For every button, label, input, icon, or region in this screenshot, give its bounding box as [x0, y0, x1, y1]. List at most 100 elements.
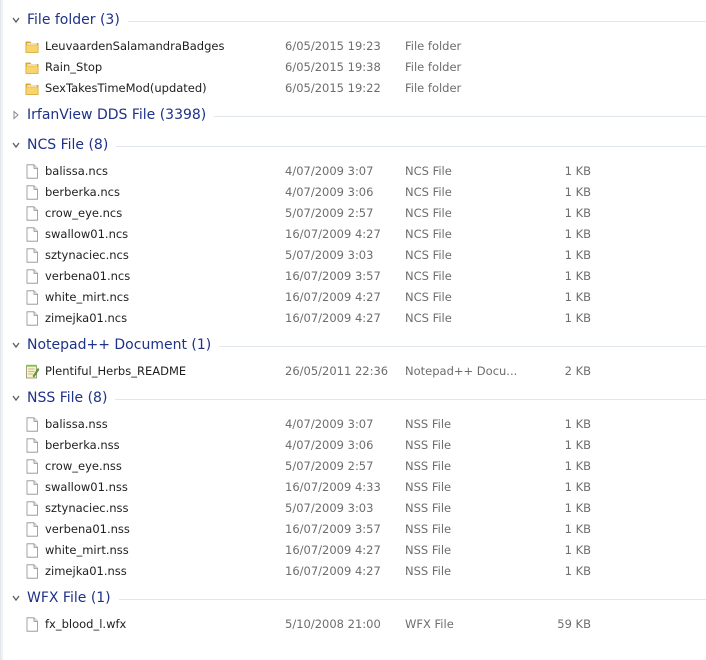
file-name: fx_blood_l.wfx — [45, 617, 127, 631]
group-divider — [115, 399, 706, 400]
file-date-modified: 16/07/2009 3:57 — [285, 522, 381, 536]
chevron-down-icon[interactable] — [11, 139, 21, 151]
file-size: 1 KB — [564, 564, 591, 578]
group-header[interactable]: IrfanView DDS File (3398) — [1, 105, 706, 127]
file-date-modified: 5/07/2009 3:03 — [285, 501, 374, 515]
group-title: NCS File (8) — [27, 137, 109, 153]
file-name: swallow01.nss — [45, 480, 128, 494]
file-type: NSS File — [405, 459, 452, 473]
file-size: 1 KB — [564, 438, 591, 452]
file-size: 1 KB — [564, 522, 591, 536]
chevron-down-icon[interactable] — [11, 339, 21, 351]
group-header[interactable]: WFX File (1) — [1, 588, 706, 610]
file-name: zimejka01.nss — [45, 564, 127, 578]
file-row[interactable]: zimejka01.ncs 16/07/2009 4:27 NCS File 1 KB — [1, 308, 706, 329]
notepad-icon — [25, 364, 40, 379]
group-divider — [119, 599, 706, 600]
file-row[interactable]: berberka.nss 4/07/2009 3:06 NSS File 1 KB — [1, 435, 706, 456]
file-icon — [25, 543, 39, 558]
chevron-right-icon[interactable] — [11, 109, 21, 121]
file-type: NCS File — [405, 227, 452, 241]
file-icon — [25, 417, 39, 432]
group-title: IrfanView DDS File (3398) — [27, 107, 207, 123]
chevron-down-icon[interactable] — [11, 592, 21, 604]
file-type: NSS File — [405, 438, 452, 452]
file-icon — [25, 269, 39, 284]
file-row[interactable]: SexTakesTimeMod(updated) 6/05/2015 19:22 F… — [1, 78, 706, 99]
file-name: crow_eye.nss — [45, 459, 122, 473]
file-name: sztynaciec.nss — [45, 501, 129, 515]
file-row[interactable]: sztynaciec.ncs 5/07/2009 3:03 NCS File 1 KB — [1, 245, 706, 266]
file-date-modified: 5/07/2009 3:03 — [285, 248, 374, 262]
chevron-down-icon[interactable] — [11, 14, 21, 26]
file-name: sztynaciec.ncs — [45, 248, 129, 262]
file-row[interactable]: Rain_Stop 6/05/2015 19:38 File folder — [1, 57, 706, 78]
file-size: 1 KB — [564, 480, 591, 494]
file-size: 1 KB — [564, 290, 591, 304]
group-header[interactable]: Notepad++ Document (1) — [1, 335, 706, 357]
file-icon — [25, 290, 39, 305]
file-row[interactable]: white_mirt.ncs 16/07/2009 4:27 NCS File 1 K… — [1, 287, 706, 308]
file-row[interactable]: zimejka01.nss 16/07/2009 4:27 NSS File 1 KB — [1, 561, 706, 582]
group-title: NSS File (8) — [27, 390, 108, 406]
group-title: Notepad++ Document (1) — [27, 337, 212, 353]
file-row[interactable]: crow_eye.ncs 5/07/2009 2:57 NCS File 1 KB — [1, 203, 706, 224]
file-type: NSS File — [405, 543, 452, 557]
file-row[interactable]: balissa.nss 4/07/2009 3:07 NSS File 1 KB — [1, 414, 706, 435]
file-row[interactable]: berberka.ncs 4/07/2009 3:06 NCS File 1 KB — [1, 182, 706, 203]
file-name: Rain_Stop — [45, 60, 103, 74]
file-type: NCS File — [405, 269, 452, 283]
file-row[interactable]: swallow01.nss 16/07/2009 4:33 NSS File 1 KB — [1, 477, 706, 498]
chevron-down-icon[interactable] — [11, 392, 21, 404]
file-row[interactable]: white_mirt.nss 16/07/2009 4:27 NSS File 1 K… — [1, 540, 706, 561]
file-icon — [25, 185, 39, 200]
file-type: File folder — [405, 60, 462, 74]
folder-icon — [25, 60, 39, 75]
file-row[interactable]: fx_blood_l.wfx 5/10/2008 21:00 WFX File 59 … — [1, 614, 706, 635]
file-name: berberka.ncs — [45, 185, 120, 199]
file-icon — [25, 206, 39, 221]
file-row[interactable]: crow_eye.nss 5/07/2009 2:57 NSS File 1 KB — [1, 456, 706, 477]
file-row[interactable]: LeuvaardenSalamandraBadges 6/05/2015 19:2… — [1, 36, 706, 57]
file-row[interactable]: verbena01.nss 16/07/2009 3:57 NSS File 1 KB — [1, 519, 706, 540]
file-date-modified: 16/07/2009 4:27 — [285, 543, 381, 557]
file-name: LeuvaardenSalamandraBadges — [45, 39, 225, 53]
file-icon — [25, 227, 39, 242]
file-size: 1 KB — [564, 164, 591, 178]
file-size: 1 KB — [564, 459, 591, 473]
file-row[interactable]: balissa.ncs 4/07/2009 3:07 NCS File 1 KB — [1, 161, 706, 182]
file-type: NCS File — [405, 206, 452, 220]
file-date-modified: 6/05/2015 19:38 — [285, 60, 381, 74]
file-type: NSS File — [405, 480, 452, 494]
file-type: NCS File — [405, 164, 452, 178]
file-type: NCS File — [405, 185, 452, 199]
file-name: berberka.nss — [45, 438, 120, 452]
file-date-modified: 5/10/2008 21:00 — [285, 617, 381, 631]
file-row[interactable]: sztynaciec.nss 5/07/2009 3:03 NSS File 1 KB — [1, 498, 706, 519]
file-date-modified: 4/07/2009 3:06 — [285, 438, 374, 452]
file-name: white_mirt.ncs — [45, 290, 130, 304]
file-icon — [25, 438, 39, 453]
folder-icon — [25, 81, 39, 96]
file-row[interactable]: verbena01.ncs 16/07/2009 3:57 NCS File 1 KB — [1, 266, 706, 287]
file-name: SexTakesTimeMod(updated) — [45, 81, 207, 95]
group-divider — [219, 346, 706, 347]
group-header[interactable]: File folder (3) — [1, 10, 706, 32]
file-name: Plentiful_Herbs_README — [45, 364, 187, 378]
file-list-view: File folder (3) LeuvaardenSalamandraBadge… — [0, 0, 706, 660]
file-name: crow_eye.ncs — [45, 206, 123, 220]
file-type: NCS File — [405, 290, 452, 304]
folder-icon — [25, 39, 39, 54]
file-name: verbena01.nss — [45, 522, 130, 536]
file-date-modified: 16/07/2009 4:27 — [285, 290, 381, 304]
file-date-modified: 5/07/2009 2:57 — [285, 206, 374, 220]
file-row[interactable]: Plentiful_Herbs_README 26/05/2011 22:36 No… — [1, 361, 706, 382]
group-header[interactable]: NSS File (8) — [1, 388, 706, 410]
file-icon — [25, 459, 39, 474]
group-header[interactable]: NCS File (8) — [1, 135, 706, 157]
file-size: 1 KB — [564, 269, 591, 283]
file-name: white_mirt.nss — [45, 543, 129, 557]
file-date-modified: 16/07/2009 3:57 — [285, 269, 381, 283]
file-size: 1 KB — [564, 185, 591, 199]
file-row[interactable]: swallow01.ncs 16/07/2009 4:27 NCS File 1 KB — [1, 224, 706, 245]
